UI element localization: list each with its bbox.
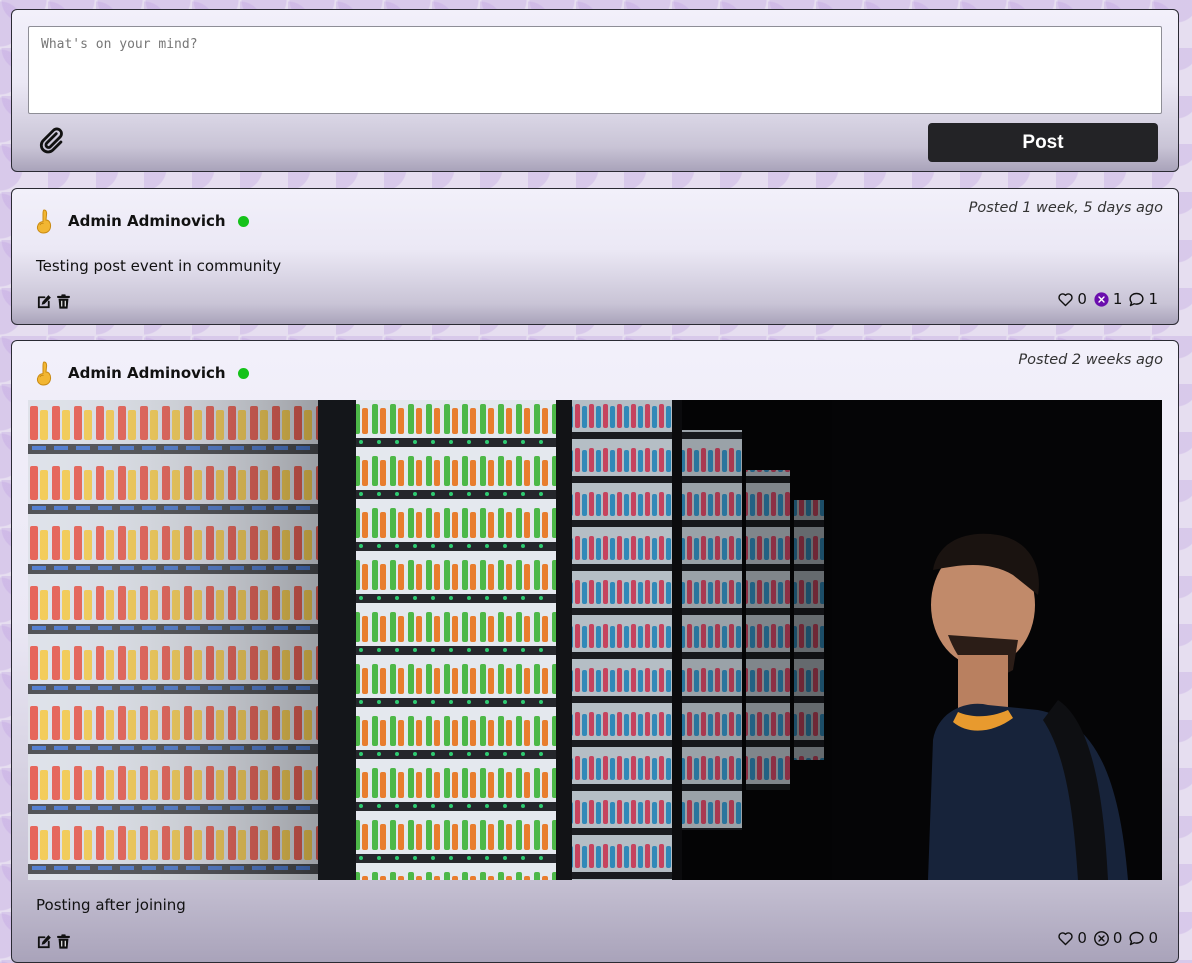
avatar[interactable] xyxy=(34,208,54,234)
avatar[interactable] xyxy=(34,360,54,386)
author-name[interactable]: Admin Adminovich xyxy=(68,364,226,382)
like-button[interactable]: 0 xyxy=(1057,929,1087,947)
dislike-icon xyxy=(1093,930,1109,946)
comment-button[interactable]: 0 xyxy=(1128,929,1158,947)
dislike-count: 1 xyxy=(1112,290,1123,308)
post-timestamp: Posted 1 week, 5 days ago xyxy=(968,200,1163,216)
post-actions xyxy=(36,293,72,310)
dislike-button[interactable]: 0 xyxy=(1093,929,1123,947)
attach-button[interactable] xyxy=(37,126,65,154)
paperclip-icon xyxy=(39,127,63,154)
post-card: Admin Adminovich Posted 1 week, 5 days a… xyxy=(11,188,1179,325)
heart-icon xyxy=(1058,292,1074,306)
post-stats: 0 1 1 xyxy=(1051,290,1158,308)
like-count: 0 xyxy=(1077,290,1087,308)
post-input[interactable] xyxy=(28,26,1162,114)
post-actions xyxy=(36,933,72,950)
trash-icon[interactable] xyxy=(55,933,72,950)
post-timestamp: Posted 2 weeks ago xyxy=(1018,352,1163,368)
online-status-dot xyxy=(237,367,249,379)
post-card: Admin Adminovich Posted 2 weeks ago Post… xyxy=(11,340,1179,963)
post-author: Admin Adminovich xyxy=(34,360,249,386)
dislike-count: 0 xyxy=(1112,929,1123,947)
post-text: Posting after joining xyxy=(36,896,186,914)
edit-icon[interactable] xyxy=(36,293,53,310)
post-composer: Post xyxy=(11,9,1179,172)
comment-icon xyxy=(1129,931,1145,945)
dislike-button[interactable]: 1 xyxy=(1093,290,1123,308)
comment-button[interactable]: 1 xyxy=(1128,290,1158,308)
post-button[interactable]: Post xyxy=(928,123,1158,162)
like-button[interactable]: 0 xyxy=(1057,290,1087,308)
heart-icon xyxy=(1058,931,1074,945)
author-name[interactable]: Admin Adminovich xyxy=(68,212,226,230)
online-status-dot xyxy=(237,215,249,227)
trash-icon[interactable] xyxy=(55,293,72,310)
post-image[interactable] xyxy=(28,400,1162,880)
comment-count: 0 xyxy=(1148,929,1158,947)
vending-machine-photo xyxy=(28,400,1162,880)
post-text: Testing post event in community xyxy=(36,257,282,275)
like-count: 0 xyxy=(1077,929,1087,947)
edit-icon[interactable] xyxy=(36,933,53,950)
post-author: Admin Adminovich xyxy=(34,208,249,234)
post-stats: 0 0 0 xyxy=(1051,929,1158,947)
comment-icon xyxy=(1129,292,1145,306)
dislike-icon xyxy=(1094,291,1109,307)
comment-count: 1 xyxy=(1148,290,1158,308)
